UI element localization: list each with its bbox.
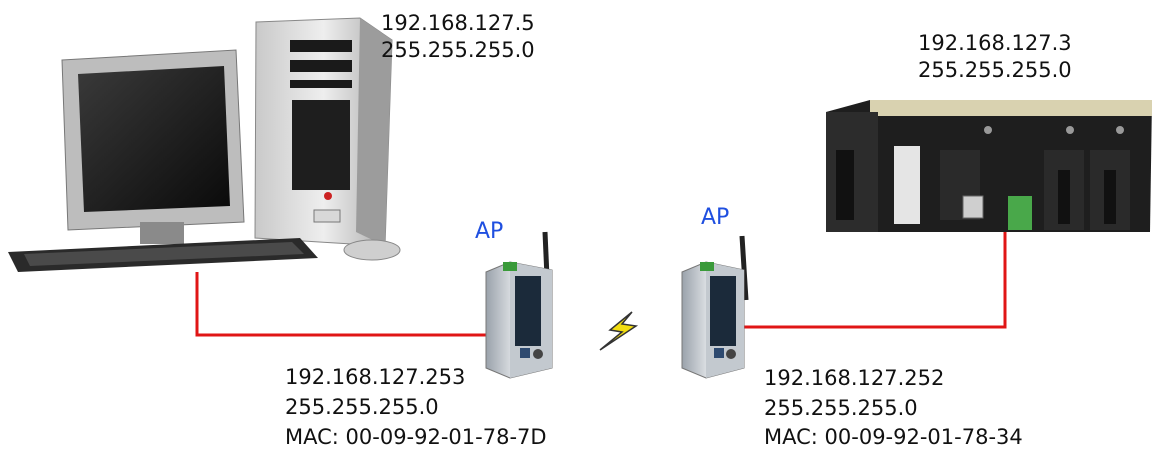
plc-ip-address: 192.168.127.3	[918, 31, 1072, 55]
lightning-bolt-icon	[599, 311, 639, 351]
ap-left-subnet-mask: 255.255.255.0	[285, 395, 439, 419]
access-point-icon-right	[681, 235, 749, 379]
ap-right-mac-address: MAC: 00-09-92-01-78-34	[764, 425, 1023, 449]
cable-ap-right-to-plc	[739, 232, 1007, 329]
ap-left-mac-address: MAC: 00-09-92-01-78-7D	[285, 425, 547, 449]
access-point-icon-left	[485, 231, 553, 379]
plc-rack-icon	[826, 100, 1152, 232]
cable-pc-to-ap-left	[195, 272, 488, 337]
ap-left-label: AP	[475, 219, 504, 244]
pc-subnet-mask: 255.255.255.0	[381, 38, 535, 62]
ap-right-ip-address: 192.168.127.252	[764, 366, 945, 390]
pc-ip-address: 192.168.127.5	[381, 11, 535, 35]
ap-right-label: AP	[701, 205, 730, 230]
ethernet-cables	[195, 232, 1007, 337]
ap-right-subnet-mask: 255.255.255.0	[764, 396, 918, 420]
desktop-computer-icon	[8, 17, 401, 272]
plc-subnet-mask: 255.255.255.0	[918, 58, 1072, 82]
ap-left-ip-address: 192.168.127.253	[285, 365, 466, 389]
